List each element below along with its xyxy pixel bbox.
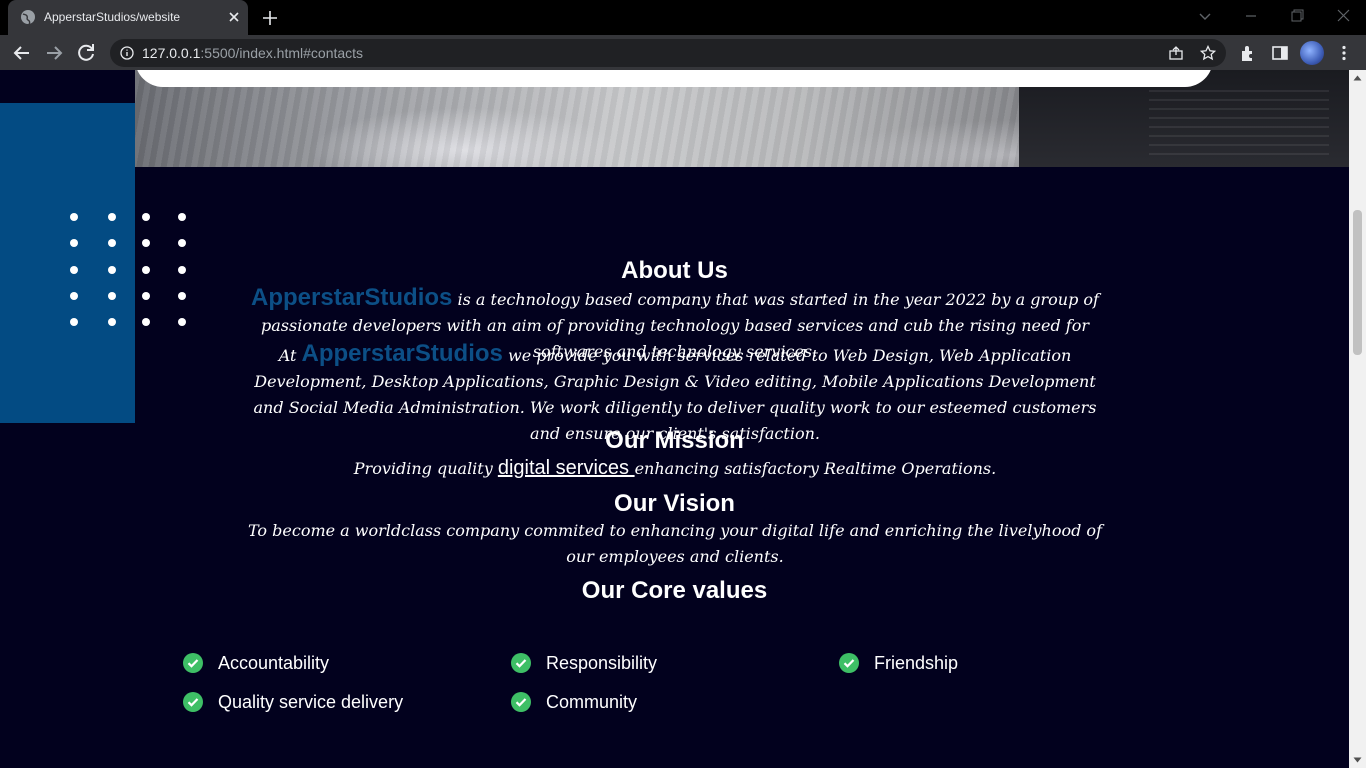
minimize-icon[interactable] [1239,6,1263,26]
decorative-dot [142,213,150,221]
back-arrow-icon[interactable] [10,41,34,65]
address-bar[interactable]: 127.0.0.1:5500/index.html#contacts [110,39,1226,67]
url-path: :5500/index.html#contacts [200,45,364,61]
vertical-scrollbar[interactable] [1349,70,1366,768]
decorative-dot [108,213,116,221]
scroll-down-arrow-icon[interactable] [1353,756,1362,764]
tab-title: ApperstarStudios/website [44,10,181,24]
browser-toolbar: 127.0.0.1:5500/index.html#contacts [0,35,1366,70]
mission-prefix: Providing quality [353,459,498,478]
browser-tab[interactable]: ApperstarStudios/website [8,0,248,35]
mission-text: Providing quality digital services enhan… [240,455,1110,482]
tab-strip: ApperstarStudios/website [0,0,1366,35]
check-circle-icon [183,692,203,712]
profile-avatar[interactable] [1300,41,1324,65]
info-icon[interactable] [120,46,134,60]
decorative-dot [108,318,116,326]
decorative-dot [70,239,78,247]
decorative-dot [142,318,150,326]
decorative-dot [178,318,186,326]
globe-icon [21,10,35,25]
core-value-label: Quality service delivery [218,691,404,712]
forward-arrow-icon[interactable] [42,41,66,65]
share-icon[interactable] [1168,45,1184,61]
digital-services-link[interactable]: digital services [498,457,635,479]
decorative-dot [178,292,186,300]
hero-card-edge [135,70,1213,87]
core-value-label: Friendship [874,652,959,673]
check-circle-icon [183,653,203,673]
decorative-dot [178,239,186,247]
star-icon[interactable] [1200,45,1216,61]
core-value-item: Responsibility [511,651,657,675]
core-value-item: Friendship [839,651,958,675]
decorative-dot [142,239,150,247]
core-value-item: Community [511,690,637,714]
url-text: 127.0.0.1:5500/index.html#contacts [142,45,363,61]
decorative-dot [178,213,186,221]
check-circle-icon [839,653,859,673]
about-prefix: At [278,346,302,365]
extensions-icon[interactable] [1239,44,1257,62]
close-window-icon[interactable] [1331,6,1355,26]
scrollbar-thumb[interactable] [1353,210,1362,355]
check-circle-icon [511,653,531,673]
core-value-label: Responsibility [546,652,658,673]
restore-icon[interactable] [1285,6,1309,26]
decorative-dot [142,292,150,300]
close-tab-icon[interactable] [226,9,242,25]
core-value-item: Quality service delivery [183,690,403,714]
decorative-dot [70,292,78,300]
vision-heading: Our Vision [614,490,735,517]
hero-image [135,70,1349,167]
brand-name: ApperstarStudios [301,340,503,367]
decorative-dot [70,213,78,221]
mission-suffix: enhancing satisfactory Realtime Operatio… [634,459,997,478]
side-panel-icon[interactable] [1271,44,1289,62]
core-value-label: Accountability [218,652,330,673]
core-value-item: Accountability [183,651,329,675]
check-circle-icon [511,692,531,712]
mission-heading: Our Mission [605,427,744,454]
brand-name: ApperstarStudios [251,284,453,311]
about-heading: About Us [621,257,728,284]
tab-search-icon[interactable] [1193,6,1217,26]
core-value-label: Community [546,691,638,712]
page-viewport: About Us ApperstarStudios is a technolog… [0,70,1349,768]
reload-icon[interactable] [74,41,98,65]
scroll-up-arrow-icon[interactable] [1353,74,1362,82]
url-host: 127.0.0.1 [142,45,201,61]
menu-kebab-icon[interactable] [1335,44,1353,62]
decorative-dot [108,239,116,247]
decorative-dot [70,318,78,326]
vision-text: To become a worldclass company commited … [248,521,1102,566]
core-values-heading: Our Core values [581,577,768,604]
decorative-dot [108,292,116,300]
new-tab-icon[interactable] [260,8,280,28]
